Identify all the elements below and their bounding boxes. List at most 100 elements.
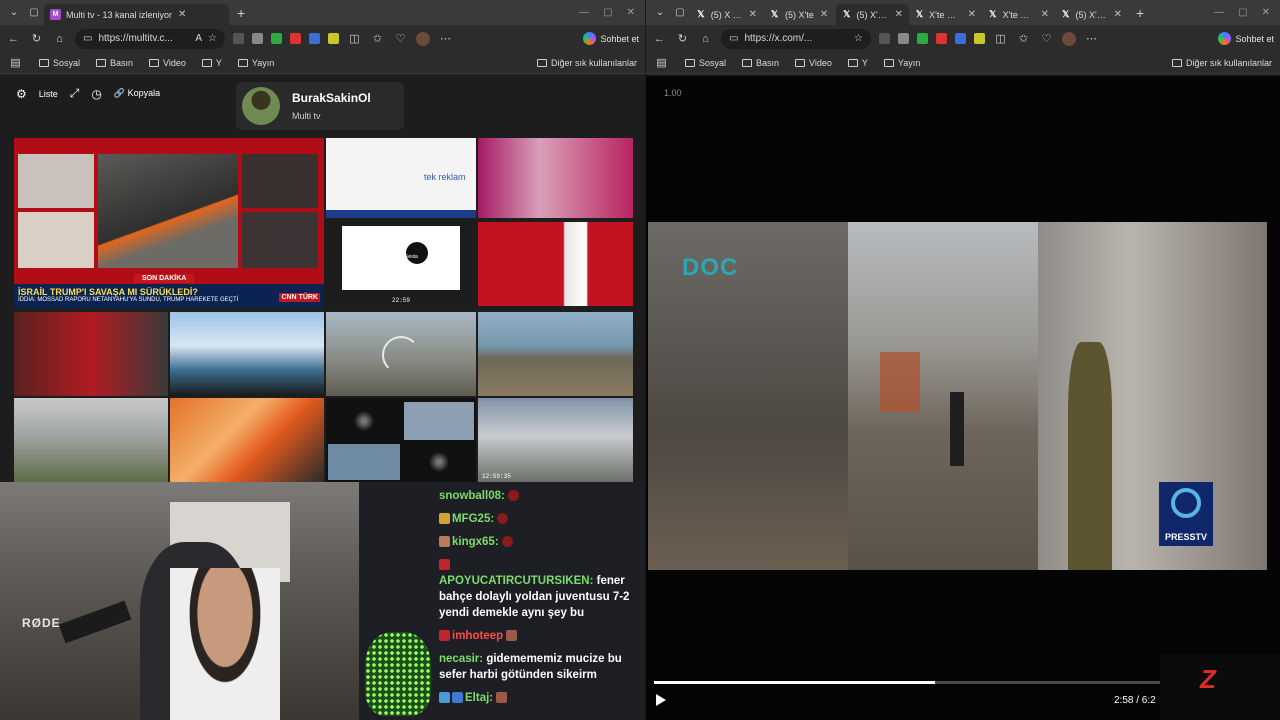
more-menu-icon[interactable]: ⋯ xyxy=(438,31,453,46)
stream-tile-siesta[interactable]: Siesta 22:59 xyxy=(326,222,476,306)
chat-username[interactable]: Eltaj: xyxy=(465,692,493,704)
stream-tile-sky[interactable]: 12:59:35 xyxy=(478,398,633,482)
bookmark-folder[interactable]: Basın xyxy=(96,58,133,68)
extension-icon[interactable] xyxy=(252,33,263,44)
bookmark-folder[interactable]: Sosyal xyxy=(685,58,726,68)
list-button[interactable]: Liste xyxy=(39,89,58,99)
stream-tile-radar[interactable] xyxy=(326,398,476,482)
home-icon[interactable]: ⌂ xyxy=(52,31,67,46)
tab-actions-icon[interactable]: ⌄ xyxy=(650,3,670,23)
bookmark-folder[interactable]: Video xyxy=(149,58,186,68)
bookmark-folder[interactable]: Y xyxy=(847,58,868,68)
close-tab-icon[interactable]: ✕ xyxy=(895,9,903,20)
tab-actions-icon[interactable]: ⌄ xyxy=(4,3,24,23)
video-frame[interactable]: DOC PRESSTV xyxy=(648,222,1267,570)
favorite-star-icon[interactable]: ☆ xyxy=(854,33,863,44)
minimize-icon[interactable]: — xyxy=(579,7,589,18)
maximize-icon[interactable]: ▢ xyxy=(1238,7,1247,18)
split-screen-icon[interactable]: ◫ xyxy=(993,31,1008,46)
close-tab-icon[interactable]: ✕ xyxy=(749,9,757,20)
settings-gear-icon[interactable]: ⚙ xyxy=(16,87,27,101)
close-window-icon[interactable]: ✕ xyxy=(1262,7,1270,18)
tab-x[interactable]: 𝕏 X'te Habe ✕ xyxy=(909,4,982,25)
extension-icon[interactable] xyxy=(309,33,320,44)
extension-icon[interactable] xyxy=(955,33,966,44)
close-tab-icon[interactable]: ✕ xyxy=(178,9,186,20)
tab-multitv[interactable]: M Multi tv - 13 kanal izleniyor ✕ xyxy=(44,4,229,25)
close-tab-icon[interactable]: ✕ xyxy=(1041,9,1049,20)
chat-username[interactable]: snowball08: xyxy=(439,490,505,502)
profile-avatar[interactable] xyxy=(1062,31,1076,46)
collections-icon[interactable]: ♡ xyxy=(393,31,408,46)
site-info-icon[interactable]: ▭ xyxy=(83,33,92,44)
site-info-icon[interactable]: ▭ xyxy=(729,33,738,44)
fullscreen-icon[interactable]: ⤢ xyxy=(70,86,80,101)
refresh-icon[interactable]: ↻ xyxy=(675,31,690,46)
extension-icon[interactable] xyxy=(898,33,909,44)
channel-card[interactable]: BurakSakinOl Multi tv xyxy=(236,82,404,130)
stream-tile-webcams[interactable] xyxy=(170,312,324,396)
extension-icon[interactable] xyxy=(879,33,890,44)
extension-icon[interactable] xyxy=(233,33,244,44)
more-menu-icon[interactable]: ⋯ xyxy=(1084,31,1099,46)
chat-username[interactable]: APOYUCATIRCUTURSIKEN: xyxy=(439,575,593,587)
playback-speed[interactable]: 1.00 xyxy=(664,88,682,98)
workspaces-icon[interactable]: ▢ xyxy=(24,3,44,23)
extension-icon[interactable] xyxy=(290,33,301,44)
close-window-icon[interactable]: ✕ xyxy=(627,7,635,18)
new-tab-button[interactable]: + xyxy=(1128,5,1152,21)
chat-username[interactable]: necasir: xyxy=(439,653,483,665)
video-player[interactable]: 1.00 DOC PRESSTV 2:58 / 6:2 xyxy=(646,76,1280,720)
read-aloud-icon[interactable]: A xyxy=(195,33,202,44)
bookmark-folder[interactable]: Video xyxy=(795,58,832,68)
chat-username[interactable]: kingx65: xyxy=(452,536,499,548)
close-tab-icon[interactable]: ✕ xyxy=(1114,9,1122,20)
bookmark-folder[interactable]: Yayın xyxy=(883,58,920,68)
stream-tile-skyline[interactable] xyxy=(14,398,168,482)
bookmarks-menu-icon[interactable]: ▤ xyxy=(654,55,669,70)
maximize-icon[interactable]: ▢ xyxy=(603,7,612,18)
tab-x[interactable]: 𝕏 (5) X Pro ✕ xyxy=(690,4,763,25)
copilot-button[interactable]: Sohbet et xyxy=(583,32,639,45)
stream-tile-ad[interactable]: tek reklam xyxy=(326,138,476,218)
stream-tile-red-ad[interactable] xyxy=(478,222,633,306)
tab-x[interactable]: 𝕏 (5) X'te K ✕ xyxy=(1055,4,1128,25)
stream-tile-cnn[interactable]: SON DAKİKA İSRAİL TRUMP'I SAVAŞA MI SÜRÜ… xyxy=(14,138,324,308)
split-screen-icon[interactable]: ◫ xyxy=(347,31,362,46)
tab-x[interactable]: 𝕏 X'te Dark ✕ xyxy=(982,4,1055,25)
collections-icon[interactable]: ♡ xyxy=(1039,31,1054,46)
new-tab-button[interactable]: + xyxy=(229,5,253,21)
copilot-button[interactable]: Sohbet et xyxy=(1218,32,1274,45)
back-icon[interactable]: ← xyxy=(652,31,667,46)
minimize-icon[interactable]: — xyxy=(1214,7,1224,18)
extension-icon[interactable] xyxy=(936,33,947,44)
favorites-icon[interactable]: ✩ xyxy=(1016,31,1031,46)
timer-icon[interactable]: ◷ xyxy=(91,87,101,101)
bookmark-folder[interactable]: Yayın xyxy=(237,58,274,68)
chat-username[interactable]: imhoteep xyxy=(452,630,503,642)
stream-tile-talkshow[interactable] xyxy=(14,312,168,396)
profile-avatar[interactable] xyxy=(416,31,430,46)
close-tab-icon[interactable]: ✕ xyxy=(820,9,828,20)
home-icon[interactable]: ⌂ xyxy=(698,31,713,46)
other-favorites-folder[interactable]: Diğer sık kullanılanlar xyxy=(1171,58,1272,68)
close-tab-icon[interactable]: ✕ xyxy=(968,9,976,20)
address-bar[interactable]: ▭ https://x.com/... ☆ xyxy=(721,28,871,49)
bookmark-folder[interactable]: Y xyxy=(201,58,222,68)
bookmarks-menu-icon[interactable]: ▤ xyxy=(8,55,23,70)
favorite-star-icon[interactable]: ☆ xyxy=(208,33,217,44)
tab-x[interactable]: 𝕏 (5) X'te P ✕ xyxy=(836,4,909,25)
workspaces-icon[interactable]: ▢ xyxy=(670,3,690,23)
address-bar[interactable]: ▭ https://multitv.c... A ☆ xyxy=(75,28,225,49)
stream-tile-studio[interactable] xyxy=(478,138,633,218)
stream-tile-coast[interactable] xyxy=(478,312,633,396)
bookmark-folder[interactable]: Sosyal xyxy=(39,58,80,68)
progress-bar[interactable] xyxy=(654,681,1174,684)
tab-x[interactable]: 𝕏 (5) X'te ✕ xyxy=(763,4,836,25)
extension-icon[interactable] xyxy=(271,33,282,44)
extension-icon[interactable] xyxy=(974,33,985,44)
other-favorites-folder[interactable]: Diğer sık kullanılanlar xyxy=(536,58,637,68)
back-icon[interactable]: ← xyxy=(6,31,21,46)
bookmark-folder[interactable]: Basın xyxy=(742,58,779,68)
extension-icon[interactable] xyxy=(917,33,928,44)
